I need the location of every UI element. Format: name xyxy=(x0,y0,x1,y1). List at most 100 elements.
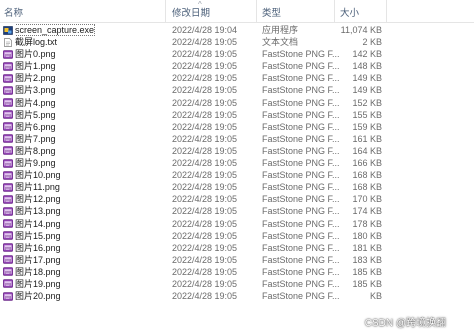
file-name: 图片17.png xyxy=(15,254,165,266)
file-row[interactable]: png 图片1.png 2022/4/28 19:05 FastStone PNG F… xyxy=(0,60,474,72)
file-name-text: 图片9.png xyxy=(15,158,56,169)
file-row[interactable]: png 图片19.png 2022/4/28 19:05 FastStone PNG … xyxy=(0,278,474,290)
png-icon: png xyxy=(3,255,13,265)
file-row[interactable]: 截屏log.txt 2022/4/28 19:05 文本文档 2 KB xyxy=(0,36,474,48)
file-size: 11,074 KB xyxy=(340,25,382,35)
png-icon: png xyxy=(3,122,13,131)
file-date: 2022/4/28 19:05 xyxy=(172,37,238,48)
file-name: 图片9.png xyxy=(15,157,165,169)
file-row[interactable]: png 图片2.png 2022/4/28 19:05 FastStone PNG F… xyxy=(0,72,474,84)
svg-text:png: png xyxy=(5,89,11,93)
svg-text:png: png xyxy=(5,270,11,274)
exe-icon xyxy=(3,25,13,35)
file-size: 148 KB xyxy=(352,61,382,72)
column-header-type[interactable]: 类型 xyxy=(262,5,281,19)
file-name: 图片5.png xyxy=(15,109,165,121)
file-row[interactable]: png 图片13.png 2022/4/28 19:05 FastStone PNG … xyxy=(0,205,474,217)
file-name: 图片20.png xyxy=(15,290,165,302)
column-divider[interactable] xyxy=(334,0,335,22)
file-row[interactable]: png 图片18.png 2022/4/28 19:05 FastStone PNG … xyxy=(0,266,474,278)
column-divider[interactable] xyxy=(386,0,387,22)
svg-text:png: png xyxy=(5,65,11,69)
file-row[interactable]: png 图片14.png 2022/4/28 19:05 FastStone PNG … xyxy=(0,218,474,230)
svg-text:png: png xyxy=(5,246,11,250)
svg-text:png: png xyxy=(5,222,11,226)
file-name: 图片4.png xyxy=(15,97,165,109)
file-size: 152 KB xyxy=(352,97,382,108)
file-name-text: 图片2.png xyxy=(15,73,56,84)
file-name: 图片8.png xyxy=(15,145,165,157)
png-icon: png xyxy=(3,74,13,83)
png-icon: png xyxy=(3,182,13,192)
file-name-text: 图片17.png xyxy=(15,254,61,265)
file-date: 2022/4/28 19:05 xyxy=(172,145,238,156)
file-name-text: 图片12.png xyxy=(15,194,61,205)
file-row[interactable]: png 图片5.png 2022/4/28 19:05 FastStone PNG F… xyxy=(0,109,474,121)
svg-text:png: png xyxy=(5,186,11,190)
file-row[interactable]: png 图片17.png 2022/4/28 19:05 FastStone PNG … xyxy=(0,254,474,266)
file-row[interactable]: png 图片8.png 2022/4/28 19:05 FastStone PNG F… xyxy=(0,145,474,157)
png-icon: png xyxy=(3,207,13,216)
file-name-text: 图片7.png xyxy=(15,133,56,144)
text-file-icon xyxy=(3,37,13,47)
file-name: 图片1.png xyxy=(15,60,165,72)
file-date: 2022/4/28 19:05 xyxy=(172,291,238,302)
file-name: 图片19.png xyxy=(15,278,165,290)
file-name: 图片2.png xyxy=(15,72,165,84)
file-size: KB xyxy=(369,291,382,302)
file-name-text: 图片20.png xyxy=(15,291,61,302)
file-date: 2022/4/28 19:05 xyxy=(172,242,238,253)
file-row[interactable]: png 图片6.png 2022/4/28 19:05 FastStone PNG F… xyxy=(0,121,474,133)
column-header-date[interactable]: 修改日期 xyxy=(172,5,210,19)
file-name-text: 图片1.png xyxy=(15,61,56,72)
file-name-text: 图片0.png xyxy=(15,49,56,60)
file-date: 2022/4/28 19:05 xyxy=(172,158,238,169)
file-date: 2022/4/28 19:05 xyxy=(172,73,238,84)
png-icon: png xyxy=(3,195,13,204)
svg-text:png: png xyxy=(5,282,11,286)
file-row[interactable]: png 图片16.png 2022/4/28 19:05 FastStone PNG … xyxy=(0,242,474,254)
file-size: 166 KB xyxy=(352,158,382,169)
file-name: 图片13.png xyxy=(15,205,165,217)
file-name-text: 图片19.png xyxy=(15,278,61,289)
column-divider[interactable] xyxy=(256,0,257,22)
file-name-text: 图片8.png xyxy=(15,145,56,156)
file-row[interactable]: png 图片10.png 2022/4/28 19:05 FastStone PNG … xyxy=(0,169,474,181)
file-name-text: 图片10.png xyxy=(15,170,61,181)
file-row[interactable]: png 图片11.png 2022/4/28 19:05 FastStone PNG … xyxy=(0,181,474,193)
file-size: 174 KB xyxy=(352,206,382,217)
file-name: 图片12.png xyxy=(15,193,165,205)
file-row[interactable]: png 图片9.png 2022/4/28 19:05 FastStone PNG F… xyxy=(0,157,474,169)
file-row[interactable]: screen_capture.exe 2022/4/28 19:04 应用程序 11,… xyxy=(0,24,474,36)
file-row[interactable]: png 图片20.png 2022/4/28 19:05 FastStone PNG … xyxy=(0,290,474,302)
png-icon: png xyxy=(3,146,13,156)
file-size: 185 KB xyxy=(352,266,382,277)
file-size: 149 KB xyxy=(352,73,382,84)
file-name-text: 截屏log.txt xyxy=(15,37,58,48)
png-icon: png xyxy=(3,279,13,289)
file-name: 图片11.png xyxy=(15,181,165,193)
file-date: 2022/4/28 19:05 xyxy=(172,182,238,193)
file-type: 应用程序 xyxy=(262,25,299,35)
file-row[interactable]: png 图片12.png 2022/4/28 19:05 FastStone PNG … xyxy=(0,193,474,205)
file-size: 161 KB xyxy=(352,133,382,144)
file-row[interactable]: png 图片3.png 2022/4/28 19:05 FastStone PNG F… xyxy=(0,84,474,96)
svg-text:png: png xyxy=(5,77,11,81)
file-name: 图片14.png xyxy=(15,218,165,230)
file-name: 图片6.png xyxy=(15,121,165,133)
png-icon: png xyxy=(3,219,13,228)
file-row[interactable]: png 图片15.png 2022/4/28 19:05 FastStone PNG … xyxy=(0,230,474,242)
file-name-text: 图片18.png xyxy=(15,266,61,277)
file-name-text: 图片4.png xyxy=(15,97,56,108)
file-row[interactable]: png 图片4.png 2022/4/28 19:05 FastStone PNG F… xyxy=(0,97,474,109)
file-list: screen_capture.exe 2022/4/28 19:04 应用程序 11,… xyxy=(0,24,474,302)
file-row[interactable]: png 图片0.png 2022/4/28 19:05 FastStone PNG F… xyxy=(0,48,474,60)
file-name: screen_capture.exe xyxy=(15,24,165,36)
column-header-name[interactable]: 名称 xyxy=(4,5,23,19)
file-name-text: 图片11.png xyxy=(15,182,60,193)
column-header-size[interactable]: 大小 xyxy=(340,5,359,19)
file-row[interactable]: png 图片7.png 2022/4/28 19:05 FastStone PNG F… xyxy=(0,133,474,145)
file-type: 文本文档 xyxy=(262,37,299,48)
column-divider[interactable] xyxy=(165,0,166,22)
file-date: 2022/4/28 19:05 xyxy=(172,97,238,108)
